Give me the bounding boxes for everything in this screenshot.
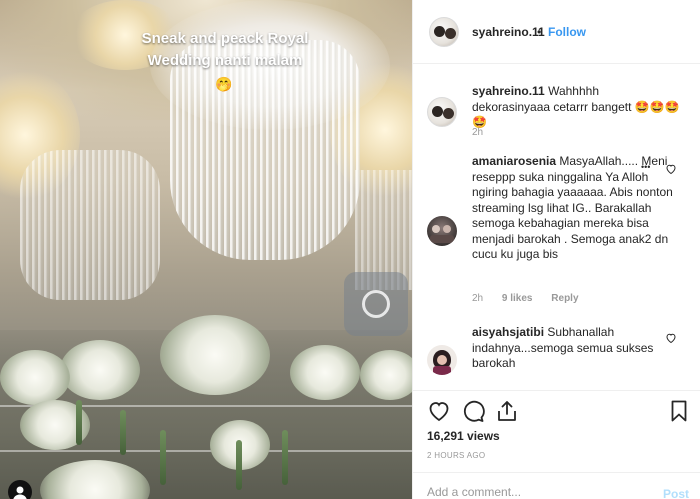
comment-username[interactable]: amaniarosenia [472,154,556,168]
comment-time[interactable]: 2h [472,127,483,138]
heart-icon[interactable] [427,399,451,423]
comment-likes[interactable]: 9 likes [502,293,533,304]
comment-meta: 2h 9 likes Reply [472,293,595,304]
avatar-figure [445,28,456,39]
caption-emoji: 🤭 [215,76,233,92]
comment-composer: Post [413,472,700,499]
crystal-curtain [170,40,360,260]
header-separator: • [537,25,542,39]
comment-options-button[interactable]: ••• [641,162,650,172]
table-line [0,450,412,452]
views-count[interactable]: 16,291 views [427,429,500,443]
comment-text: aisyahsjatibi Subhanallah indahnya...sem… [472,325,680,372]
avatar[interactable] [427,97,457,127]
follow-button[interactable]: Follow [548,25,586,39]
crystal-curtain [20,150,160,300]
post-details-panel: syahreino.11 • Follow syahreino.11 Wahhh… [412,0,700,499]
flower-stem [120,410,126,455]
reply-button[interactable]: Reply [551,293,578,304]
comment-username[interactable]: syahreino.11 [472,84,545,98]
flower-stem [236,440,242,490]
share-icon[interactable] [495,399,519,423]
post-comment-button[interactable]: Post [663,487,689,499]
avatar-photo [430,225,454,243]
avatar[interactable] [427,345,457,375]
person-icon [13,486,27,499]
flower-stem [282,430,288,485]
play-ring-icon [362,290,390,318]
flower-bouquet [0,350,70,405]
post-timestamp[interactable]: 2 HOURS AGO [427,451,485,460]
video-play-button[interactable] [344,272,408,336]
flower-stem [76,400,82,445]
post-header: syahreino.11 • Follow [413,0,700,64]
flower-bouquet [360,350,412,400]
like-heart-icon[interactable] [665,163,677,175]
comments-list[interactable]: syahreino.11 Wahhhhh dekorasinyaaa cetar… [413,65,700,390]
comment-username[interactable]: aisyahsjatibi [472,325,544,339]
header-username[interactable]: syahreino.11 [472,25,545,39]
post-actions-bar [413,390,700,432]
user-tag-icon[interactable] [8,480,32,499]
avatar-figure [432,106,443,117]
add-comment-input[interactable] [427,485,647,499]
comment-time[interactable]: 2h [472,293,483,304]
comment-icon[interactable] [461,399,485,423]
avatar[interactable] [427,216,457,246]
avatar[interactable] [429,17,459,47]
flower-bouquet [290,345,360,400]
post-media-video[interactable]: Sneak and peack Royal Wedding nanti mala… [0,0,412,499]
flower-bouquet [160,315,270,395]
video-caption-overlay: Sneak and peack Royal Wedding nanti mala… [141,30,309,69]
comment-meta: 2h [472,127,499,138]
avatar-photo [433,350,451,375]
flower-stem [160,430,166,485]
avatar-figure [443,108,454,119]
like-heart-icon[interactable] [665,332,677,344]
flower-bouquet [60,340,140,400]
avatar-figure [434,26,445,37]
bookmark-icon[interactable] [667,399,691,423]
comment-text: syahreino.11 Wahhhhh dekorasinyaaa cetar… [472,84,680,131]
